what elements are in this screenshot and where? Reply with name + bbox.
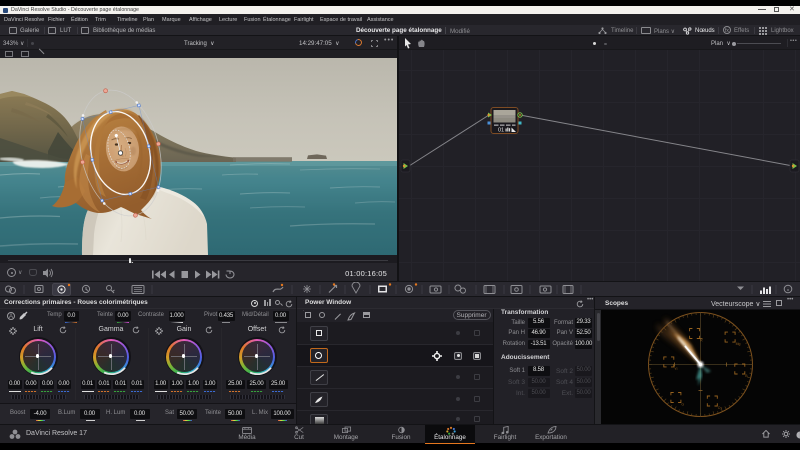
- svg-text:Cy: Cy: [718, 406, 723, 410]
- svg-text:Mg: Mg: [736, 342, 741, 346]
- svg-text:Yl: Yl: [674, 367, 677, 371]
- svg-text:01: 01: [498, 128, 504, 134]
- svg-text:R: R: [700, 339, 703, 343]
- svg-text:G: G: [681, 403, 684, 407]
